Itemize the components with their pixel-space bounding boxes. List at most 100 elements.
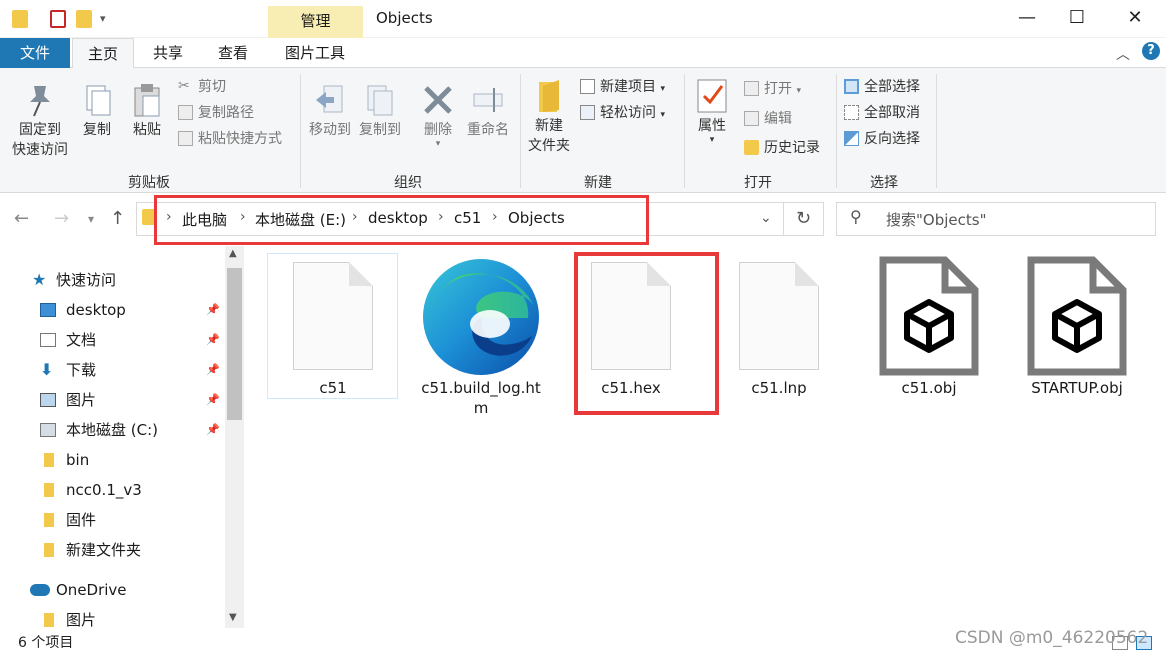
select-none-label: 全部取消 — [864, 105, 920, 121]
pin-icon — [24, 82, 56, 118]
collapse-ribbon-icon[interactable]: ︿ — [1116, 44, 1130, 64]
tab-picture-tools[interactable]: 图片工具 — [270, 38, 360, 68]
history-button[interactable]: 历史记录 — [742, 137, 820, 159]
scroll-down-icon[interactable]: ▼ — [229, 612, 237, 623]
refresh-icon[interactable]: ↻ — [784, 202, 824, 236]
pin-quick-access-button[interactable]: 固定到 快速访问 — [6, 82, 74, 160]
open-dropdown-icon: ▾ — [796, 86, 801, 96]
delete-dropdown-icon[interactable]: ▾ — [418, 140, 458, 149]
group-label-open: 打开 — [744, 175, 772, 191]
back-arrow-icon[interactable]: ← — [14, 208, 29, 229]
paste-button[interactable]: 粘贴 — [126, 82, 168, 140]
sidebar-label: bin — [66, 451, 90, 469]
close-button[interactable]: ✕ — [1110, 0, 1160, 38]
open-icon — [744, 81, 759, 96]
sidebar-item-onedrive-pictures[interactable]: 图片 — [20, 605, 225, 635]
edit-label: 编辑 — [764, 111, 792, 127]
sidebar-label: 图片 — [66, 611, 97, 629]
address-dropdown-icon[interactable]: ⌄ — [760, 210, 772, 226]
maximize-button[interactable]: ☐ — [1052, 0, 1102, 38]
delete-label: 删除 — [424, 122, 452, 138]
pin-icon[interactable]: 📌 — [206, 415, 220, 445]
sidebar-label: 本地磁盘 (C:) — [66, 421, 158, 439]
paste-shortcut-button[interactable]: 粘贴快捷方式 — [176, 128, 282, 150]
recent-locations-dropdown-icon[interactable]: ▾ — [88, 212, 94, 226]
folder-icon — [44, 613, 54, 627]
pin-icon[interactable]: 📌 — [206, 385, 220, 415]
properties-quick-icon[interactable] — [50, 10, 66, 28]
invert-selection-button[interactable]: 反向选择 — [842, 128, 920, 150]
properties-button[interactable]: 属性 ▾ — [692, 78, 732, 145]
sidebar-item-desktop[interactable]: desktop 📌 — [20, 295, 225, 325]
ribbon: 固定到 快速访问 复制 粘贴 ✂ 剪切 复制路径 粘贴快捷方式 剪贴板 移动到 复… — [0, 68, 1166, 193]
drive-icon — [40, 423, 56, 437]
tab-view[interactable]: 查看 — [203, 38, 263, 68]
tab-home[interactable]: 主页 — [72, 38, 134, 68]
copy-path-label: 复制路径 — [198, 105, 254, 121]
paste-icon — [131, 82, 163, 118]
sidebar-item-drive-c[interactable]: 本地磁盘 (C:) 📌 — [20, 415, 225, 445]
cut-label: 剪切 — [198, 79, 226, 95]
history-icon — [744, 140, 759, 155]
folder-icon — [44, 543, 54, 557]
minimize-button[interactable]: — — [1002, 0, 1052, 38]
sidebar-item-downloads[interactable]: ⬇ 下载 📌 — [20, 355, 225, 385]
search-input[interactable] — [836, 202, 1156, 236]
edit-button[interactable]: 编辑 — [742, 108, 792, 130]
up-arrow-icon[interactable]: ↑ — [110, 208, 125, 229]
file-name: c51 — [319, 379, 347, 397]
sidebar-item-onedrive[interactable]: OneDrive — [20, 575, 225, 605]
copy-icon — [81, 82, 113, 118]
desktop-icon — [40, 303, 56, 317]
easy-access-button[interactable]: 轻松访问 ▾ — [578, 102, 665, 124]
open-button[interactable]: 打开 ▾ — [742, 78, 801, 100]
sidebar-item-new-folder[interactable]: 新建文件夹 — [20, 535, 225, 565]
help-icon[interactable]: ? — [1142, 42, 1160, 60]
sidebar-item-bin[interactable]: bin — [20, 445, 225, 475]
move-to-button[interactable]: 移动到 — [306, 82, 354, 140]
sidebar-item-pictures[interactable]: 图片 📌 — [20, 385, 225, 415]
select-all-button[interactable]: 全部选择 — [842, 76, 920, 98]
new-folder-button[interactable]: 新建 文件夹 — [524, 78, 574, 156]
pictures-icon — [40, 393, 56, 407]
history-label: 历史记录 — [764, 140, 820, 156]
sidebar-item-firmware[interactable]: 固件 — [20, 505, 225, 535]
sidebar-scrollbar-thumb[interactable] — [227, 268, 242, 420]
paste-shortcut-icon — [178, 131, 193, 146]
folder-icon — [44, 483, 54, 497]
paste-label: 粘贴 — [133, 122, 161, 138]
select-none-button[interactable]: 全部取消 — [842, 102, 920, 124]
star-icon: ★ — [32, 270, 47, 289]
tab-file[interactable]: 文件 — [0, 38, 70, 68]
sidebar-item-ncc[interactable]: ncc0.1_v3 — [20, 475, 225, 505]
sidebar-item-quick-access[interactable]: ★ 快速访问 — [20, 265, 225, 295]
copy-button[interactable]: 复制 — [78, 82, 116, 140]
sidebar-label: 固件 — [66, 511, 97, 529]
properties-dropdown-icon[interactable]: ▾ — [692, 136, 732, 145]
tab-share[interactable]: 共享 — [138, 38, 198, 68]
file-name: c51.obj — [901, 379, 957, 397]
sidebar-label: 下载 — [66, 361, 97, 379]
sidebar-item-documents[interactable]: 文档 📌 — [20, 325, 225, 355]
new-folder-quick-icon[interactable] — [76, 10, 92, 28]
new-item-label: 新建项目 — [600, 79, 656, 95]
scroll-up-icon[interactable]: ▲ — [229, 248, 237, 259]
tab-manage[interactable]: 管理 — [268, 6, 363, 38]
pin-icon[interactable]: 📌 — [206, 325, 220, 355]
pin-icon[interactable]: 📌 — [206, 295, 220, 325]
copy-path-button[interactable]: 复制路径 — [176, 102, 254, 124]
rename-button[interactable]: 重命名 — [464, 82, 512, 140]
copy-to-button[interactable]: 复制到 — [356, 82, 404, 140]
quick-access-dropdown-icon[interactable]: ▾ — [100, 12, 106, 25]
pin-icon[interactable]: 📌 — [206, 355, 220, 385]
new-item-button[interactable]: 新建项目 ▾ — [578, 76, 665, 98]
3d-object-file-icon — [879, 256, 979, 376]
cut-button[interactable]: ✂ 剪切 — [176, 76, 226, 98]
folder-icon — [12, 10, 28, 28]
title-bar: ▾ — [0, 0, 1166, 38]
status-item-count: 6 个项目 — [18, 635, 74, 651]
new-item-icon — [580, 79, 595, 94]
new-folder-icon — [533, 78, 565, 114]
delete-button[interactable]: 删除 ▾ — [418, 82, 458, 149]
forward-arrow-icon[interactable]: → — [54, 208, 69, 229]
